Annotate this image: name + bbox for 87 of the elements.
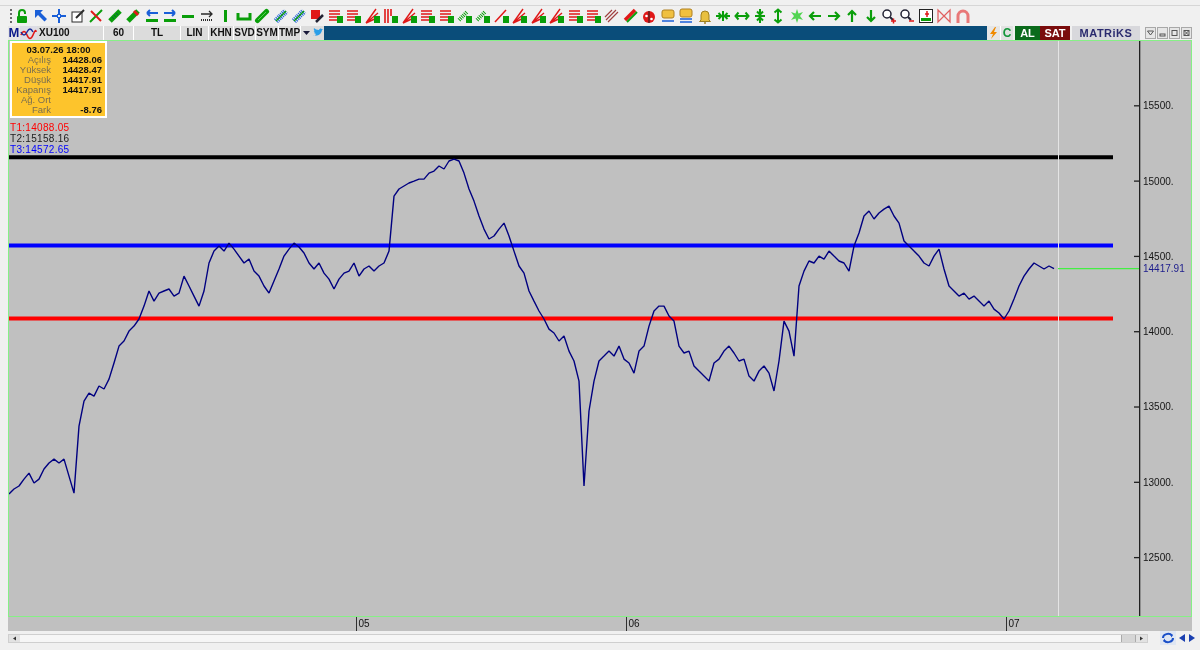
pencil-icon[interactable] <box>309 8 326 24</box>
ladybug-icon[interactable] <box>641 8 658 24</box>
zoom-out-icon[interactable] <box>899 8 916 24</box>
level-line[interactable] <box>9 155 1113 160</box>
axis-label: 13000. <box>1143 476 1174 488</box>
axis-label: 05 <box>358 617 370 631</box>
minimize-icon[interactable] <box>1157 27 1168 39</box>
diagonal-lines-icon[interactable] <box>604 8 621 24</box>
axis-label: 14500. <box>1143 250 1174 262</box>
axis-label: 06 <box>628 617 640 631</box>
arrows-inward-icon[interactable] <box>715 8 732 24</box>
vertical-lines-icon[interactable] <box>383 8 400 24</box>
brand-name: MATRiKS <box>1072 26 1140 40</box>
level-lines-icon[interactable] <box>420 8 437 24</box>
fan-lines-icon[interactable] <box>549 8 566 24</box>
ruler-icon[interactable] <box>106 8 123 24</box>
info-value: 14428.06 <box>61 55 102 65</box>
axis-label: 14000. <box>1143 326 1174 338</box>
diagonal-bar-icon[interactable] <box>254 8 271 24</box>
diagonal-bar-icon[interactable] <box>456 8 473 24</box>
info-value: -8.76 <box>79 105 102 115</box>
toolbar-button[interactable]: LIN <box>181 26 209 40</box>
diagonal-line-icon[interactable] <box>493 8 510 24</box>
fan-lines-icon[interactable] <box>401 8 418 24</box>
close-icon[interactable] <box>1181 27 1192 39</box>
ruler-icon[interactable] <box>125 8 142 24</box>
diagonal-bar-icon[interactable] <box>475 8 492 24</box>
level-lines-icon[interactable] <box>346 8 363 24</box>
right-arrow-icon[interactable] <box>1188 633 1196 643</box>
cursor-icon[interactable] <box>32 8 49 24</box>
bell-icon[interactable] <box>696 8 713 24</box>
note-icon[interactable] <box>678 8 695 24</box>
scrollbar-thumb[interactable] <box>1121 634 1136 642</box>
symbol-field[interactable]: XU100 <box>37 26 104 40</box>
menu-button[interactable]: M <box>8 26 20 40</box>
edit-icon[interactable] <box>69 8 86 24</box>
target-label: T2:15158.16 <box>10 133 70 144</box>
caret-icon[interactable] <box>301 26 312 40</box>
period-field[interactable]: 60 <box>104 26 134 40</box>
info-label: Fark <box>32 105 51 115</box>
info-label: Kapanış <box>15 85 51 95</box>
info-label: Ağ. Ort <box>20 95 51 105</box>
arrow-line-icon[interactable] <box>143 8 160 24</box>
maximize-icon[interactable] <box>1169 27 1180 39</box>
level-lines-icon[interactable] <box>567 8 584 24</box>
double-line-icon[interactable] <box>622 8 639 24</box>
axis-label: 15500. <box>1143 100 1174 112</box>
fan-lines-icon[interactable] <box>364 8 381 24</box>
info-value: 14417.91 <box>61 85 102 95</box>
target-label: T1:14088.05 <box>10 122 70 133</box>
info-label: Yüksek <box>18 65 51 75</box>
left-arrow-icon[interactable] <box>1178 633 1186 643</box>
info-label: Açılış <box>26 55 51 65</box>
fan-lines-icon[interactable] <box>530 8 547 24</box>
hatched-bar-icon[interactable] <box>272 8 289 24</box>
axis-label: 13500. <box>1143 401 1174 413</box>
hatched-bar-icon[interactable] <box>291 8 307 24</box>
refresh-icon[interactable] <box>1160 631 1176 645</box>
toolbar-button[interactable]: KHN <box>209 26 234 40</box>
wave-chart-icon[interactable] <box>20 26 37 40</box>
info-label: Düşük <box>23 75 51 85</box>
axis-label: 12500. <box>1143 552 1174 564</box>
info-date: 03.07.26 18:00 <box>25 44 92 55</box>
arrow-icon[interactable] <box>198 8 215 24</box>
currency-field[interactable]: TL <box>134 26 181 40</box>
toolbar-button[interactable]: SYM <box>256 26 279 40</box>
zoom-in-icon[interactable] <box>881 8 897 24</box>
sell-button[interactable]: SAT <box>1040 26 1070 40</box>
crosshair-icon[interactable] <box>51 8 68 24</box>
target-label: T3:14572.65 <box>10 144 70 155</box>
star-icon[interactable] <box>788 8 805 24</box>
buy-button[interactable]: AL <box>1015 26 1040 40</box>
scrollbar-track[interactable] <box>8 633 1148 643</box>
chart-window-icon[interactable] <box>917 8 934 24</box>
axis-label: 07 <box>1008 617 1020 631</box>
info-value: 14417.91 <box>61 75 102 85</box>
toolbar-button[interactable]: TMP <box>279 26 301 40</box>
magnet-icon[interactable] <box>954 8 971 24</box>
fan-lines-icon[interactable] <box>512 8 529 24</box>
arrow-line-icon[interactable] <box>161 8 178 24</box>
toolbar-button[interactable]: SVD <box>234 26 256 40</box>
last-price-label: 14417.91 <box>1143 263 1185 275</box>
level-lines-icon[interactable] <box>586 8 602 24</box>
info-value: 14428.47 <box>61 65 102 75</box>
crossed-tools-icon[interactable] <box>88 8 105 24</box>
level-lines-icon[interactable] <box>438 8 455 24</box>
axis-label: 15000. <box>1143 175 1174 187</box>
